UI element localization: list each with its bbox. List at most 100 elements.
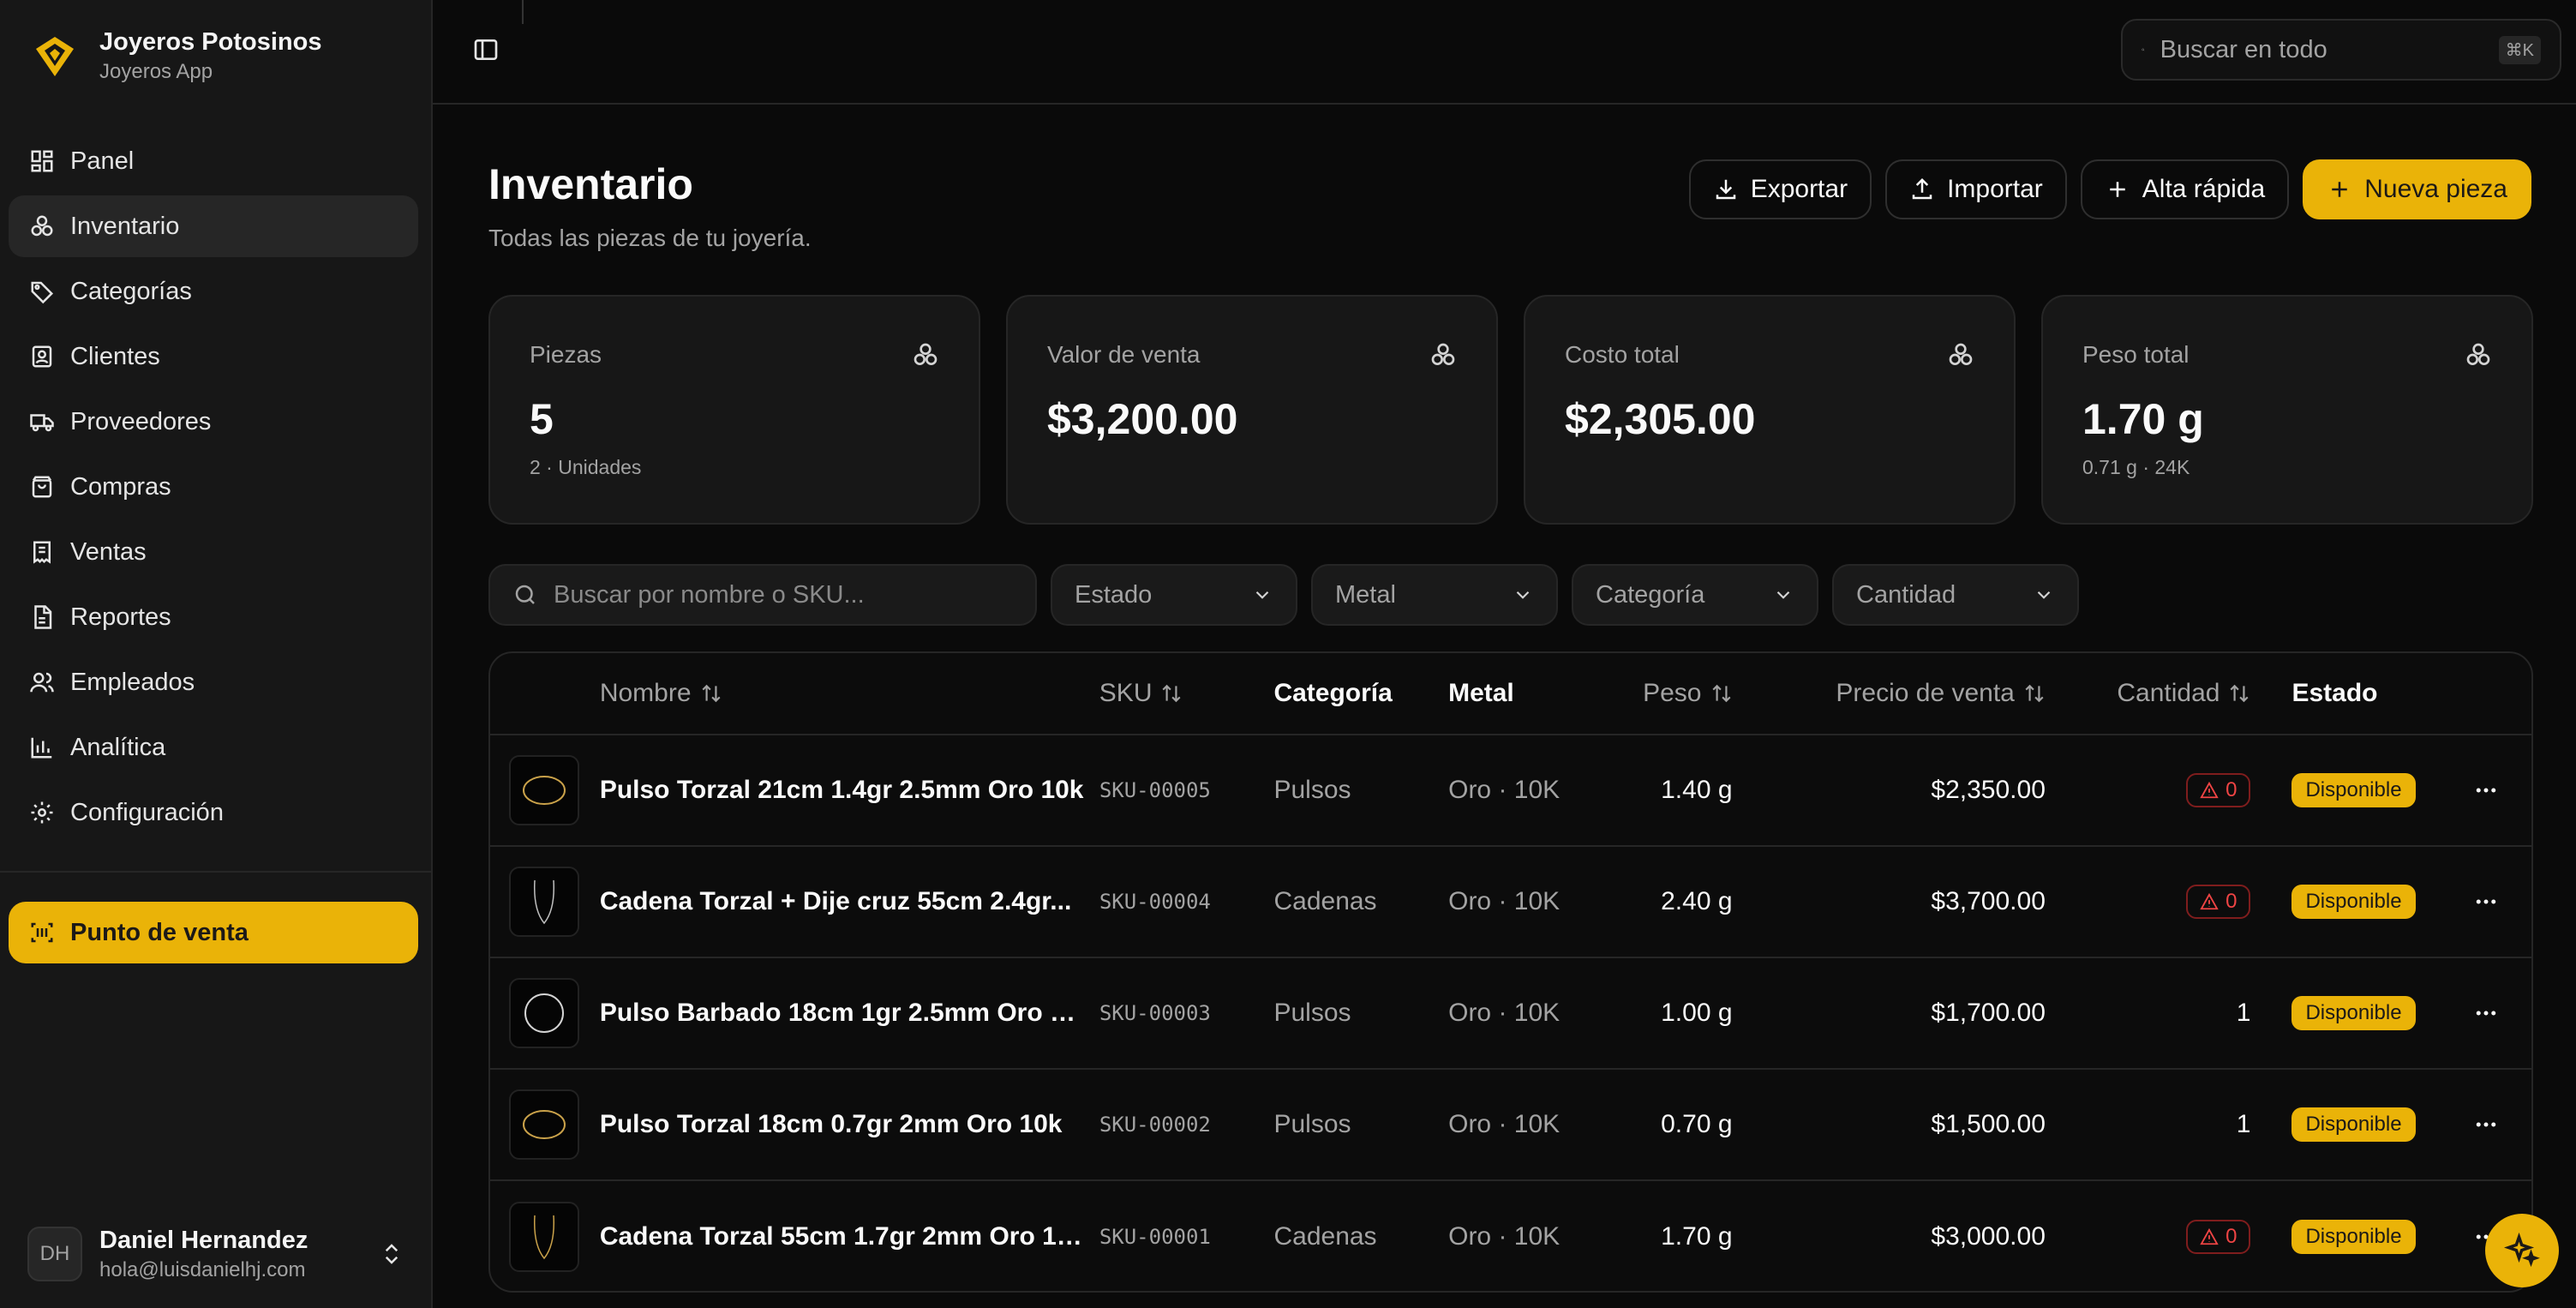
sidebar-item-ventas[interactable]: Ventas — [9, 521, 418, 583]
sku-header[interactable]: SKU — [1099, 679, 1274, 708]
cantidad-filter[interactable]: Cantidad — [1832, 564, 2079, 626]
metal-filter-label: Metal — [1335, 580, 1396, 609]
sidebar-item-analitica[interactable]: Analítica — [9, 717, 418, 778]
bracelet-icon — [523, 1110, 566, 1139]
bracelet-thumbnail — [509, 1089, 579, 1160]
gems-icon — [31, 215, 53, 237]
plus-icon — [2110, 182, 2125, 197]
sidebar-item-proveedores[interactable]: Proveedores — [9, 391, 418, 453]
estado-filter[interactable]: Estado — [1051, 564, 1297, 626]
sidebar-item-empleados[interactable]: Empleados — [9, 651, 418, 713]
inventory-search[interactable] — [488, 564, 1037, 626]
piece-price: $1,700.00 — [1931, 999, 2046, 1027]
piece-quantity: 0 — [2226, 1225, 2238, 1248]
gems-icon — [2466, 343, 2490, 365]
sidebar-item-configuracion[interactable]: Configuración — [9, 782, 418, 843]
row-actions-button[interactable] — [2469, 885, 2503, 919]
piece-metal: Oro · 10K — [1448, 1222, 1561, 1251]
stat-value: $3,200.00 — [1047, 395, 1238, 443]
peso-header-label: Peso — [1643, 679, 1702, 707]
row-actions-button[interactable] — [2469, 773, 2503, 807]
sku-header-label: SKU — [1099, 679, 1153, 707]
piece-metal: Oro · 10K — [1448, 776, 1561, 804]
table-row[interactable]: Cadena Torzal + Dije cruz 55cm 2.4gr... … — [490, 847, 2531, 958]
ai-assistant-button[interactable] — [2485, 1214, 2559, 1287]
sidebar-nav: Panel Inventario Categorías Clientes Pro… — [9, 130, 418, 847]
topbar-separator — [522, 0, 524, 24]
estado-header: Estado — [2291, 679, 2378, 707]
table-row[interactable]: Pulso Torzal 21cm 1.4gr 2.5mm Oro 10k SK… — [490, 735, 2531, 847]
table-row[interactable]: Pulso Barbado 18cm 1gr 2.5mm Oro 10k SKU… — [490, 958, 2531, 1070]
cantidad-header-label: Cantidad — [2117, 679, 2220, 707]
sidebar-toggle-button[interactable] — [467, 31, 505, 69]
bracelet-thumbnail — [509, 755, 579, 825]
bar-chart-icon — [31, 737, 52, 759]
sidebar-item-panel[interactable]: Panel — [9, 130, 418, 192]
piece-quantity: 1 — [2236, 999, 2251, 1027]
sidebar-item-label: Inventario — [70, 212, 180, 240]
piece-category: Pulsos — [1273, 999, 1351, 1027]
user-menu[interactable]: DH Daniel Hernandez hola@luisdanielhj.co… — [27, 1224, 404, 1284]
metal-filter[interactable]: Metal — [1311, 564, 1558, 626]
tags-icon — [31, 281, 54, 304]
sidebar-item-reportes[interactable]: Reportes — [9, 586, 418, 648]
export-button[interactable]: Exportar — [1688, 159, 1872, 219]
piece-name: Cadena Torzal 55cm 1.7gr 2mm Oro 10k — [599, 1222, 1086, 1251]
table-row[interactable]: Pulso Torzal 18cm 0.7gr 2mm Oro 10k SKU-… — [490, 1070, 2531, 1181]
alert-triangle-icon — [2200, 781, 2219, 799]
sidebar: Joyeros Potosinos Joyeros App Panel Inve… — [0, 0, 433, 1308]
ring-thumbnail — [509, 978, 579, 1048]
contact-icon — [32, 345, 52, 368]
piece-metal: Oro · 10K — [1448, 887, 1561, 915]
nombre-header-label: Nombre — [599, 679, 692, 707]
page-actions: Exportar Importar Alta rápida Nueva piez… — [1688, 159, 2531, 219]
sidebar-item-compras[interactable]: Compras — [9, 456, 418, 518]
quick-add-button[interactable]: Alta rápida — [2080, 159, 2290, 219]
alert-triangle-icon — [2200, 1227, 2219, 1245]
necklace-thumbnail — [509, 1202, 579, 1272]
plus-icon — [2332, 182, 2347, 197]
stat-value: 5 — [530, 395, 554, 443]
chevrons-up-down-icon — [385, 1244, 398, 1264]
inventory-search-input[interactable] — [554, 580, 1013, 609]
user-email: hola@luisdanielhj.com — [99, 1257, 306, 1281]
categoria-filter[interactable]: Categoría — [1572, 564, 1818, 626]
new-piece-button[interactable]: Nueva pieza — [2303, 159, 2531, 219]
piece-category: Cadenas — [1273, 887, 1377, 915]
piece-sku: SKU-00002 — [1099, 1113, 1211, 1137]
sidebar-item-categorias[interactable]: Categorías — [9, 261, 418, 322]
cantidad-header[interactable]: Cantidad — [2046, 679, 2251, 708]
categoria-header: Categoría — [1273, 679, 1393, 707]
sort-icon — [1711, 684, 1731, 703]
stat-sub: 2 · Unidades — [530, 456, 642, 478]
import-button[interactable]: Importar — [1885, 159, 2067, 219]
global-search-input[interactable] — [2160, 35, 2483, 64]
peso-header[interactable]: Peso — [1601, 679, 1733, 708]
point-of-sale-button[interactable]: Punto de venta — [9, 902, 418, 963]
stat-sub: 0.71 g · 24K — [2082, 456, 2190, 478]
piece-category: Cadenas — [1273, 1222, 1377, 1251]
table-row[interactable]: Cadena Torzal 55cm 1.7gr 2mm Oro 10k SKU… — [490, 1181, 2531, 1291]
global-search[interactable]: ⌘K — [2121, 19, 2561, 81]
piece-sku: SKU-00003 — [1099, 1001, 1211, 1025]
sidebar-item-label: Clientes — [70, 342, 160, 370]
brand[interactable]: Joyeros Potosinos Joyeros App — [27, 26, 321, 86]
row-actions-button[interactable] — [2469, 1107, 2503, 1142]
piece-price: $2,350.00 — [1931, 776, 2046, 804]
nombre-header[interactable]: Nombre — [600, 679, 1099, 708]
sort-icon — [701, 684, 721, 703]
sidebar-item-inventario[interactable]: Inventario — [9, 195, 418, 257]
sidebar-item-clientes[interactable]: Clientes — [9, 326, 418, 387]
categoria-filter-label: Categoría — [1596, 580, 1705, 609]
piece-weight: 1.00 g — [1661, 999, 1733, 1027]
filters-bar: Estado Metal Categoría Cantidad — [488, 564, 2079, 626]
necklace-icon — [533, 879, 555, 925]
row-actions-button[interactable] — [2469, 996, 2503, 1030]
piece-weight: 1.40 g — [1661, 776, 1733, 804]
gems-icon — [914, 343, 938, 365]
piece-quantity: 0 — [2226, 890, 2238, 913]
download-icon — [1716, 179, 1735, 200]
import-label: Importar — [1947, 175, 2043, 203]
precio-header[interactable]: Precio de venta — [1733, 679, 2046, 708]
chevron-down-icon — [1516, 591, 1530, 599]
